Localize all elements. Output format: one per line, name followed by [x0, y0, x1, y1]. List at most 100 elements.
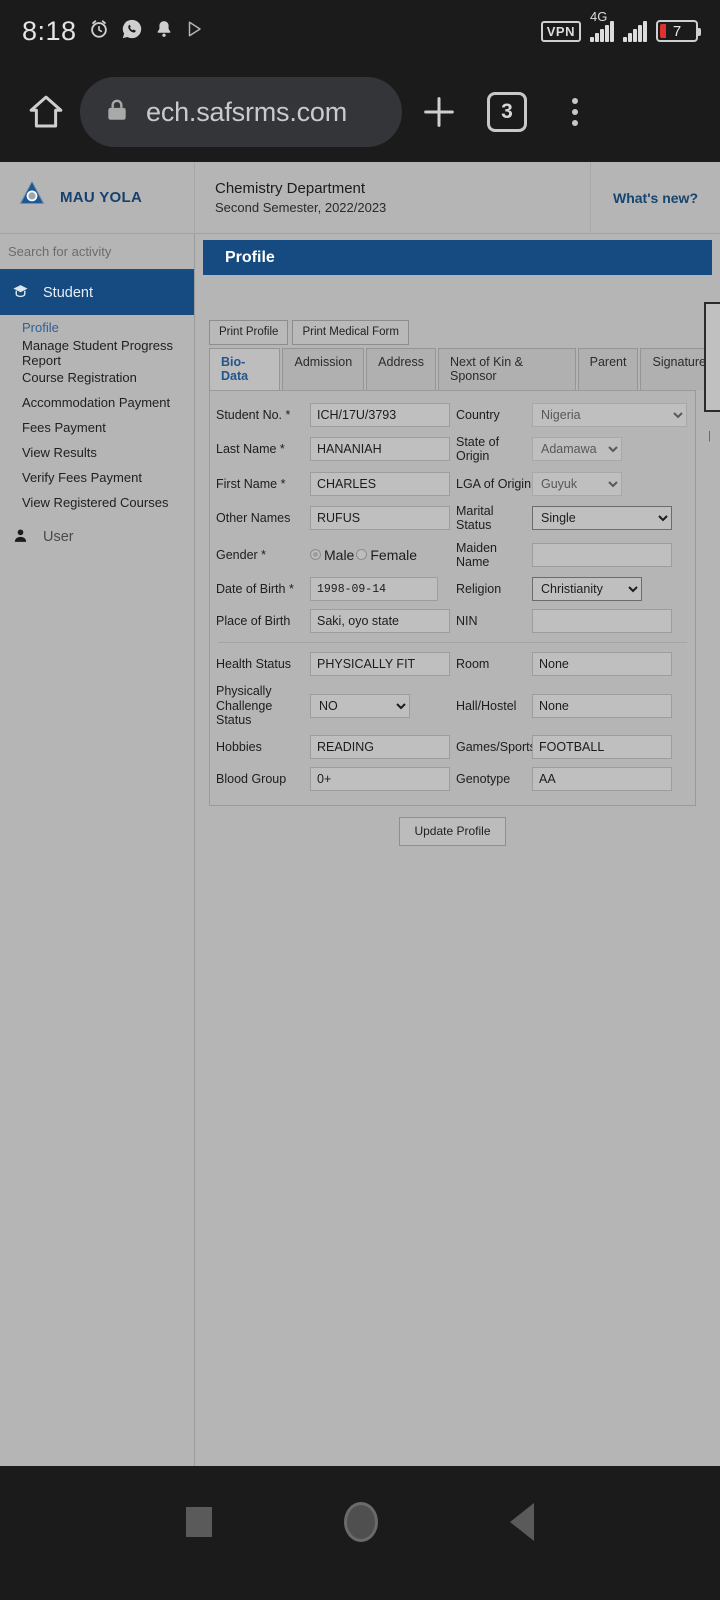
gender-female-radio[interactable]	[356, 549, 368, 561]
health-status-input[interactable]	[310, 652, 450, 677]
tab-admission[interactable]: Admission	[282, 348, 365, 390]
field-room: Room	[456, 648, 689, 680]
sidebar-item-view-results[interactable]: View Results	[0, 440, 194, 465]
physically-challenge-status-select[interactable]: NO	[310, 693, 410, 718]
sidebar-item-course-registration[interactable]: Course Registration	[0, 365, 194, 390]
status-bar-clock: 8:18	[22, 15, 77, 46]
field-label: Hobbies	[216, 740, 262, 755]
nin-input[interactable]	[532, 609, 672, 634]
sidebar: Search for activity Student Profile Mana…	[0, 234, 195, 1466]
update-profile-button[interactable]: Update Profile	[399, 817, 506, 847]
date-of-birth-input[interactable]	[310, 577, 438, 602]
genotype-input[interactable]	[532, 767, 672, 792]
form-row-gender-maiden: Gender * Male Female Maiden Name	[216, 537, 689, 574]
tab-bio-data[interactable]: Bio-Data	[209, 348, 281, 390]
field-state-of-origin: State of Origin Adamawa	[456, 431, 689, 468]
sidebar-item-accommodation-payment[interactable]: Accommodation Payment	[0, 390, 194, 415]
state-of-origin-select[interactable]: Adamawa	[532, 437, 622, 462]
place-of-birth-input[interactable]	[310, 609, 450, 634]
field-label: First Name *	[216, 476, 286, 491]
session-label: Second Semester, 2022/2023	[215, 199, 387, 215]
field-label: Last Name *	[216, 442, 285, 457]
square-recents-icon[interactable]	[186, 1507, 212, 1537]
religion-select[interactable]: Christianity	[532, 577, 642, 602]
print-medical-form-button[interactable]: Print Medical Form	[292, 320, 409, 345]
page-body: Search for activity Student Profile Mana…	[0, 234, 720, 1466]
update-profile-row: Update Profile	[203, 806, 720, 847]
field-label: Genotype	[456, 772, 511, 787]
lga-of-origin-select[interactable]: Guyuk	[532, 471, 622, 496]
android-status-bar: 8:18 VPN 4G 7	[0, 0, 720, 62]
lock-icon	[104, 95, 130, 130]
sidebar-item-view-registered-courses[interactable]: View Registered Courses	[0, 490, 194, 515]
room-input[interactable]	[532, 652, 672, 677]
page-title: Profile	[203, 240, 712, 275]
sidebar-section-student[interactable]: Student	[0, 271, 194, 315]
circle-home-icon[interactable]	[344, 1502, 378, 1542]
kebab-menu-icon[interactable]	[544, 98, 606, 126]
field-label: Date of Birth *	[216, 582, 294, 597]
maiden-name-input[interactable]	[532, 542, 672, 567]
tab-address[interactable]: Address	[366, 348, 437, 390]
gender-male-radio[interactable]	[310, 549, 321, 561]
signal-2-icon	[623, 20, 647, 42]
country-select[interactable]: Nigeria	[532, 403, 687, 427]
field-label: Marital Status	[456, 503, 494, 533]
sidebar-item-label: Course Registration	[22, 370, 137, 385]
network-type-label: 4G	[590, 8, 608, 24]
form-row-dob-religion: Date of Birth * Religion Christianity	[216, 573, 689, 605]
sidebar-section-label: User	[43, 529, 74, 545]
android-nav-bar	[0, 1466, 720, 1578]
battery-icon: 7	[656, 20, 701, 42]
last-name-input[interactable]	[310, 437, 450, 462]
upload-photo-link[interactable]: |	[708, 430, 720, 442]
student-no-input[interactable]	[310, 403, 450, 427]
field-physically-challenge-status: Physically Challenge Status NO	[216, 680, 456, 731]
field-blood-group: Blood Group	[216, 763, 456, 795]
sidebar-item-manage-student-progress-report[interactable]: Manage Student Progress Report	[0, 338, 194, 368]
field-last-name: Last Name *	[216, 433, 456, 465]
first-name-input[interactable]	[310, 471, 450, 496]
field-label: Country	[456, 407, 500, 422]
field-label: State of Origin	[456, 435, 500, 464]
field-marital-status: Marital Status Single	[456, 500, 689, 537]
profile-tabs: Bio-Data Admission Address Next of Kin &…	[209, 348, 720, 390]
form-row-first-name-lga: First Name * LGA of Origin Guyuk	[216, 468, 689, 500]
tab-next-of-kin-sponsor[interactable]: Next of Kin & Sponsor	[438, 348, 576, 390]
tab-parent[interactable]: Parent	[577, 348, 639, 390]
url-bar[interactable]: ech.safsrms.com	[80, 77, 402, 147]
other-names-input[interactable]	[310, 506, 450, 531]
form-row-student-no-country: Student No. * Country Nigeria	[216, 399, 689, 431]
brand-block[interactable]: MAU YOLA	[0, 162, 195, 234]
search-input[interactable]: Search for activity	[0, 234, 194, 271]
games-sports-input[interactable]	[532, 735, 672, 760]
sidebar-item-label: View Registered Courses	[22, 495, 169, 510]
blood-group-input[interactable]	[310, 767, 450, 792]
field-other-names: Other Names	[216, 502, 456, 534]
field-place-of-birth: Place of Birth	[216, 605, 456, 637]
sidebar-item-profile[interactable]: Profile	[0, 315, 194, 340]
field-label: Student No. *	[216, 407, 291, 422]
bio-data-form: Student No. * Country Nigeria Last Name …	[209, 390, 696, 807]
home-icon[interactable]	[18, 91, 74, 133]
web-page-viewport: MAU YOLA Chemistry Department Second Sem…	[0, 162, 720, 1466]
marital-status-select[interactable]: Single	[532, 506, 672, 531]
field-games-sports: Games/Sports	[456, 731, 689, 763]
print-profile-button[interactable]: Print Profile	[209, 320, 289, 345]
plus-icon[interactable]	[408, 92, 470, 132]
battery-level-label: 7	[672, 22, 682, 40]
sidebar-item-verify-fees-payment[interactable]: Verify Fees Payment	[0, 465, 194, 490]
gender-male-label: Male	[324, 546, 355, 563]
whats-new-link[interactable]: What's new?	[590, 162, 720, 234]
sidebar-item-fees-payment[interactable]: Fees Payment	[0, 415, 194, 440]
student-photo-placeholder	[704, 302, 720, 412]
triangle-back-icon[interactable]	[510, 1503, 534, 1541]
tab-counter-button[interactable]: 3	[476, 92, 538, 132]
form-row-last-name-state: Last Name * State of Origin Adamawa	[216, 431, 689, 468]
field-date-of-birth: Date of Birth *	[216, 573, 456, 605]
hall-hostel-input[interactable]	[532, 693, 672, 718]
hobbies-input[interactable]	[310, 735, 450, 760]
sidebar-section-user[interactable]: User	[0, 515, 194, 559]
field-country: Country Nigeria	[456, 399, 689, 431]
play-icon	[185, 20, 203, 43]
